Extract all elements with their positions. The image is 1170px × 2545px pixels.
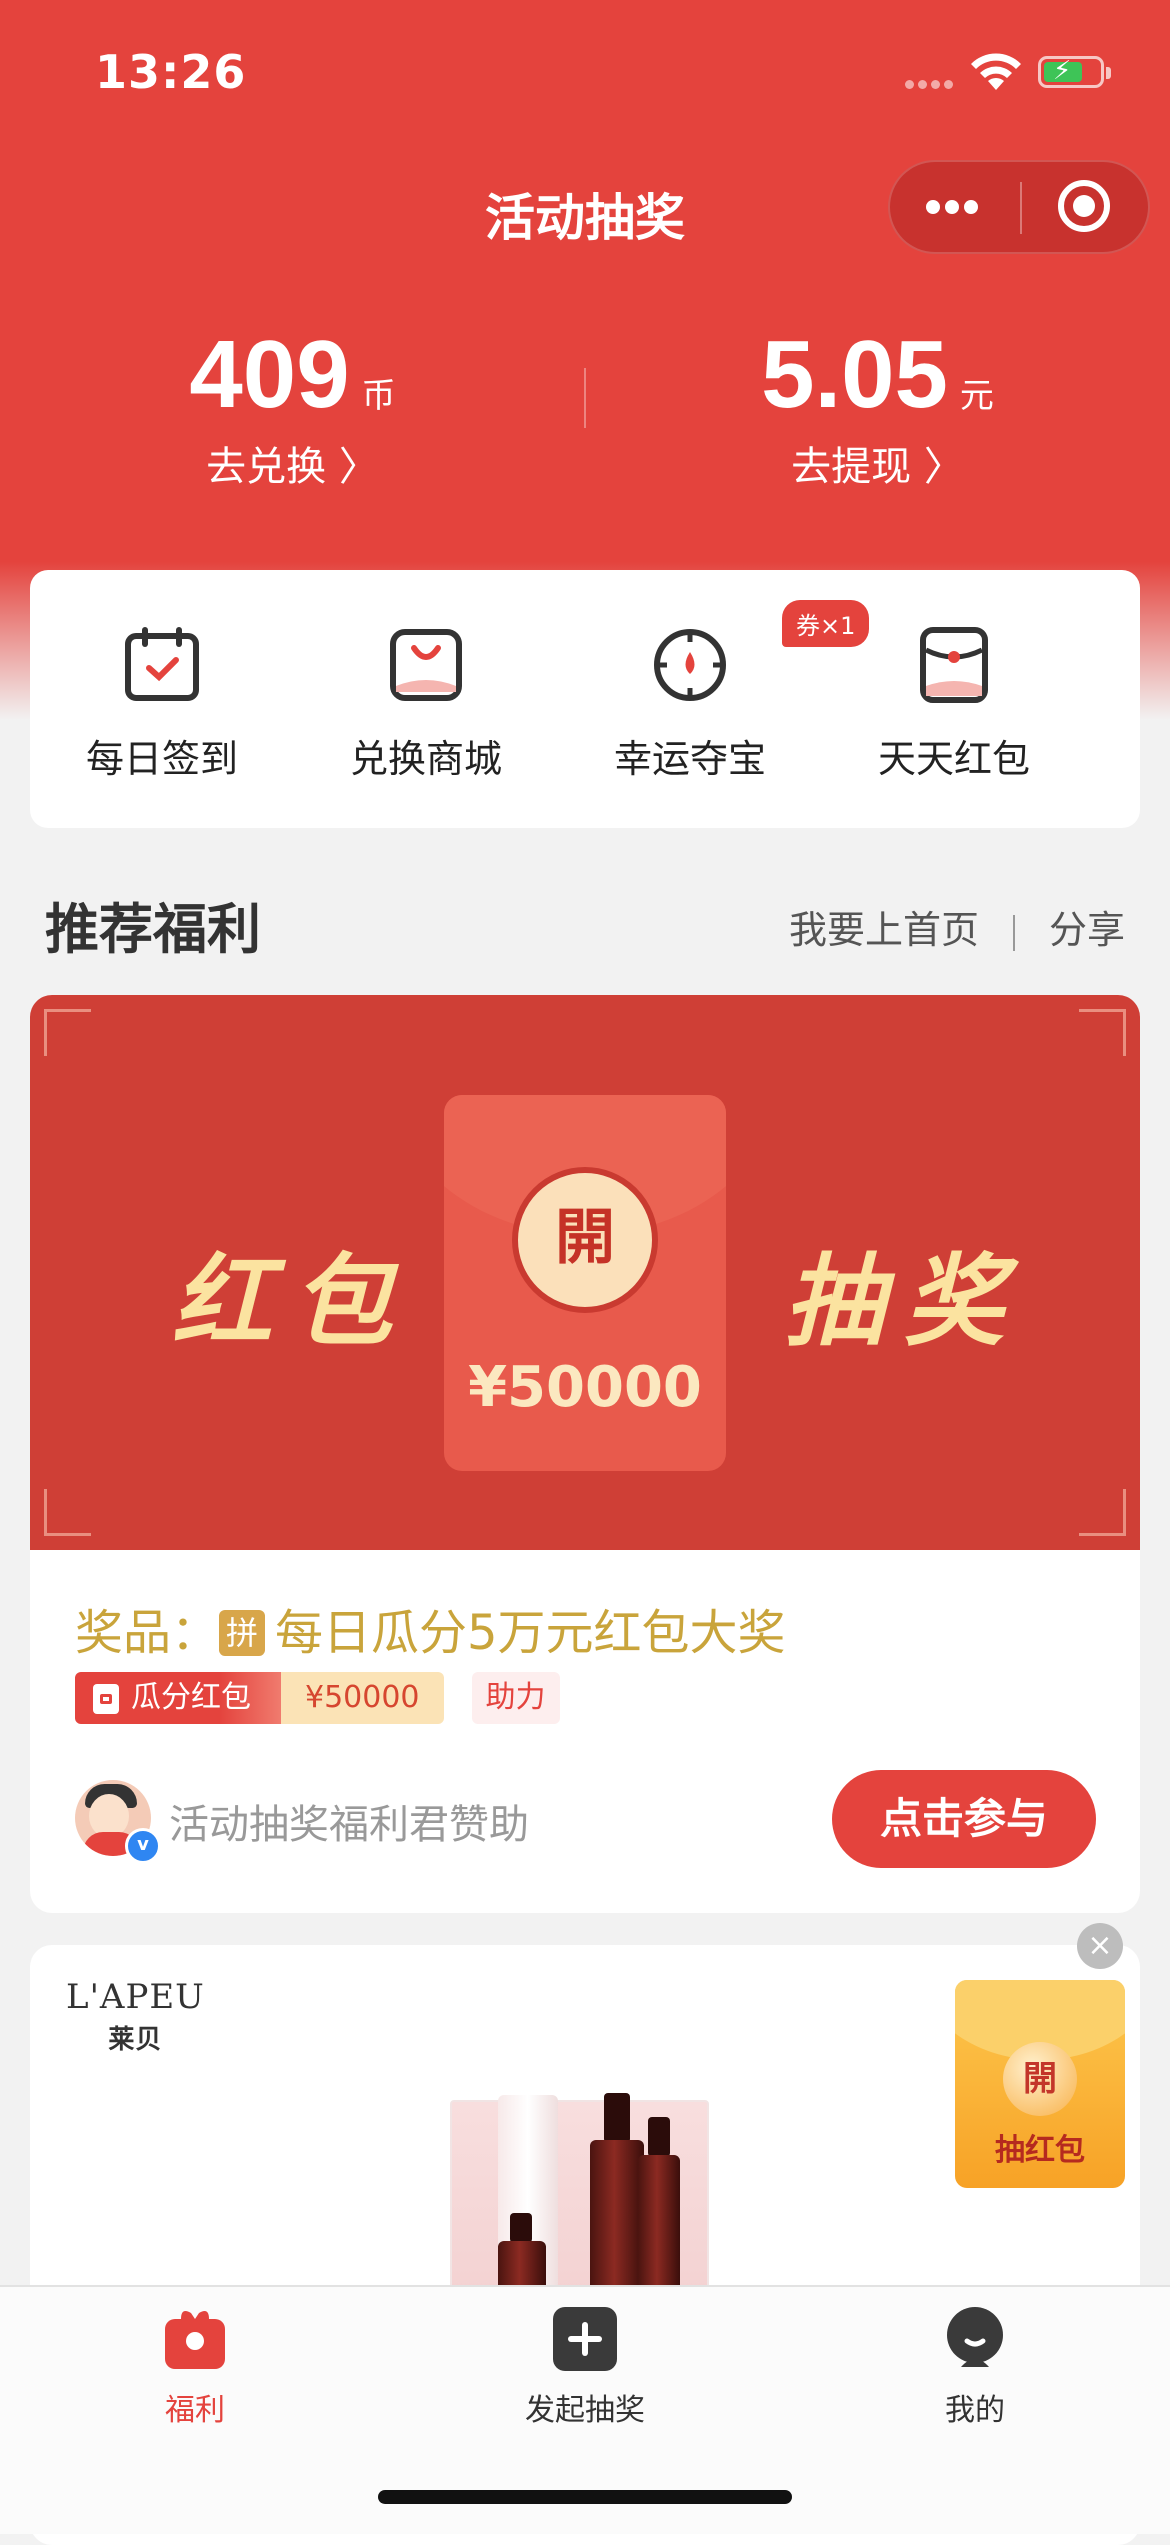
prize-prefix: 奖品： bbox=[75, 1605, 220, 1661]
ad-close-button[interactable]: × bbox=[1077, 1923, 1123, 1969]
status-time: 13:26 bbox=[95, 45, 247, 99]
quick-label: 幸运夺宝 bbox=[613, 737, 766, 781]
sponsor-text: 活动抽奖福利君赞助 bbox=[169, 1802, 529, 1848]
prize-tags: 瓜分红包 ¥50000 助力 bbox=[75, 1672, 560, 1724]
verified-badge-icon: v bbox=[125, 1828, 161, 1864]
section-links: 我要上首页 分享 bbox=[789, 899, 1125, 954]
home-indicator bbox=[378, 2490, 792, 2504]
cash-value: 5.05 bbox=[761, 321, 948, 428]
promo-banner[interactable]: 红包 抽奖 開 ¥50000 bbox=[30, 995, 1140, 1550]
battery-icon: ⚡ bbox=[1038, 56, 1111, 88]
join-button[interactable]: 点击参与 bbox=[832, 1770, 1096, 1868]
withdraw-link[interactable]: 去提现 〉 bbox=[585, 434, 1170, 492]
tag-assist: 助力 bbox=[471, 1672, 560, 1724]
link-separator bbox=[1012, 914, 1015, 951]
tab-label: 我的 bbox=[945, 2393, 1005, 2428]
quick-label: 天天红包 bbox=[877, 737, 1030, 781]
tab-label: 福利 bbox=[165, 2393, 225, 2428]
tag-amount: ¥50000 bbox=[281, 1672, 444, 1724]
gift-icon bbox=[165, 2311, 225, 2369]
cash-unit: 元 bbox=[959, 376, 994, 416]
quick-actions-card: 每日签到 兑换商城 幸运夺宝 券×1 天天红包 bbox=[30, 570, 1140, 828]
quick-daily-checkin[interactable]: 每日签到 bbox=[30, 626, 294, 783]
coin-unit: 币 bbox=[361, 376, 396, 416]
product-bottle-cap bbox=[510, 2213, 532, 2243]
lucky-wheel-icon bbox=[654, 629, 726, 701]
ad-brand-logo: L'APEU 莱贝 bbox=[66, 1977, 205, 2056]
quick-exchange-mall[interactable]: 兑换商城 bbox=[294, 626, 558, 783]
red-envelope-icon bbox=[920, 627, 988, 703]
coin-balance: 409 币 去兑换 〉 bbox=[0, 320, 585, 492]
plus-square-icon bbox=[553, 2307, 617, 2371]
coin-value: 409 bbox=[189, 321, 350, 428]
miniprogram-capsule bbox=[888, 160, 1150, 254]
tab-start-lottery[interactable]: 发起抽奖 bbox=[390, 2305, 780, 2429]
prize-line: 奖品：拼每日瓜分5万元红包大奖 bbox=[75, 1593, 786, 1663]
link-share[interactable]: 分享 bbox=[1049, 908, 1125, 952]
tag-redpack-type: 瓜分红包 bbox=[75, 1672, 281, 1724]
quick-label: 兑换商城 bbox=[349, 737, 502, 781]
section-header: 推荐福利 我要上首页 分享 bbox=[45, 885, 1125, 961]
promo-card[interactable]: 红包 抽奖 開 ¥50000 奖品：拼每日瓜分5万元红包大奖 瓜分红包 ¥5000… bbox=[30, 995, 1140, 1913]
envelope-amount: ¥50000 bbox=[468, 1355, 702, 1420]
capsule-divider bbox=[1020, 182, 1022, 234]
profile-icon bbox=[947, 2307, 1003, 2367]
shopping-bag-icon bbox=[390, 629, 462, 701]
redpack-label: 抽红包 bbox=[995, 2133, 1085, 2168]
status-bar: 13:26 ⚡ bbox=[0, 0, 1170, 140]
tab-welfare[interactable]: 福利 bbox=[0, 2305, 390, 2429]
ad-brand-name: L'APEU bbox=[66, 1977, 205, 2017]
exchange-link[interactable]: 去兑换 〉 bbox=[0, 434, 585, 492]
group-buy-badge: 拼 bbox=[219, 1610, 266, 1656]
ad-brand-cn: 莱贝 bbox=[108, 2025, 163, 2055]
product-bottle-cap bbox=[648, 2117, 670, 2157]
quick-daily-redpack[interactable]: 天天红包 bbox=[822, 626, 1086, 783]
more-options-icon[interactable] bbox=[926, 182, 1010, 232]
product-bottle-cap bbox=[604, 2093, 630, 2143]
close-miniprogram-icon[interactable] bbox=[1058, 180, 1110, 232]
red-envelope-graphic: 開 ¥50000 bbox=[444, 1095, 726, 1471]
prize-name: 每日瓜分5万元红包大奖 bbox=[275, 1605, 786, 1661]
envelope-seal: 開 bbox=[512, 1167, 658, 1313]
balance-stats: 409 币 去兑换 〉 5.05 元 去提现 〉 bbox=[0, 320, 1170, 510]
quick-lucky-draw[interactable]: 幸运夺宝 bbox=[558, 626, 822, 783]
section-title: 推荐福利 bbox=[45, 898, 261, 961]
redpack-seal: 開 bbox=[1003, 2042, 1077, 2116]
banner-corner-ornament bbox=[1079, 1489, 1126, 1536]
tab-profile[interactable]: 我的 bbox=[780, 2305, 1170, 2429]
banner-text-right: 抽奖 bbox=[784, 1243, 1024, 1360]
tag-type-label: 瓜分红包 bbox=[131, 1680, 251, 1715]
floating-redpack-button[interactable]: 開 抽红包 bbox=[955, 1980, 1125, 2188]
redpack-mini-icon bbox=[93, 1683, 119, 1714]
banner-text-left: 红包 bbox=[172, 1243, 412, 1360]
banner-corner-ornament bbox=[1079, 1009, 1126, 1056]
link-homepage[interactable]: 我要上首页 bbox=[789, 908, 979, 952]
cellular-signal-icon bbox=[905, 74, 957, 93]
cash-balance: 5.05 元 去提现 〉 bbox=[585, 320, 1170, 492]
calendar-check-icon bbox=[125, 627, 199, 701]
tab-label: 发起抽奖 bbox=[525, 2393, 645, 2428]
wifi-icon bbox=[971, 53, 1021, 90]
banner-corner-ornament bbox=[44, 1489, 91, 1536]
banner-corner-ornament bbox=[44, 1009, 91, 1056]
quick-label: 每日签到 bbox=[85, 737, 238, 781]
